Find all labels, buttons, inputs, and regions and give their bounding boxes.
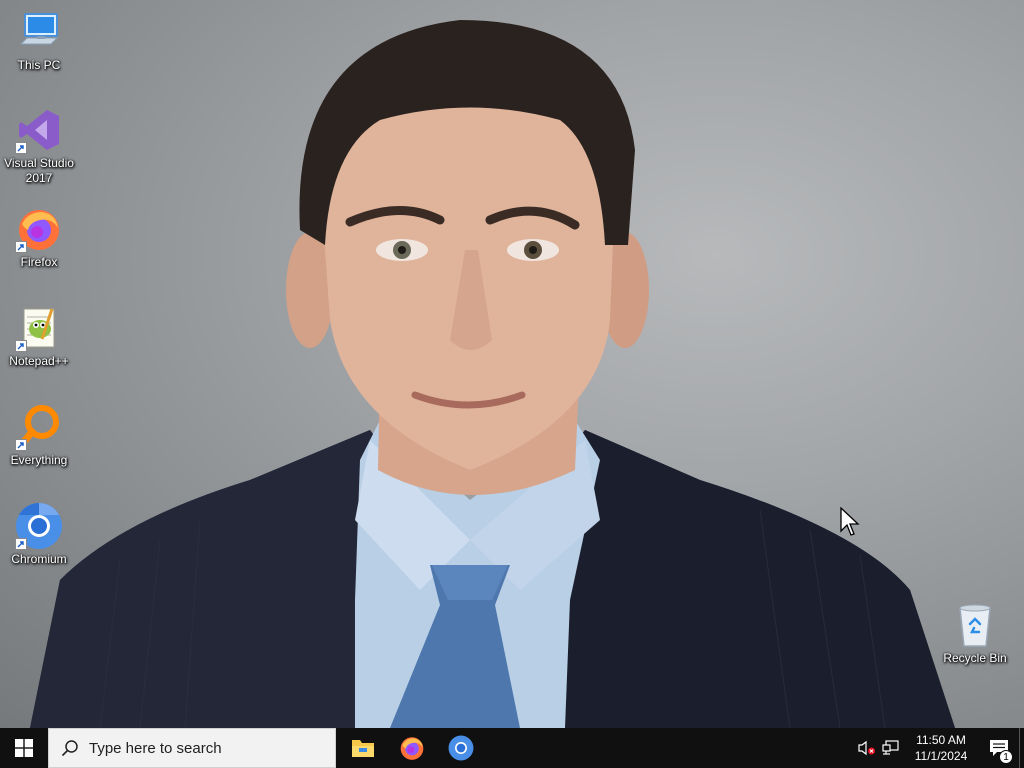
desktop-icon-label: This PC xyxy=(17,58,61,72)
desktop-icon-chromium[interactable]: Chromium xyxy=(1,502,77,567)
taskbar-clock[interactable]: 11:50 AM 11/1/2024 xyxy=(903,728,979,768)
start-button[interactable] xyxy=(0,728,48,768)
desktop-icon-firefox[interactable]: Firefox xyxy=(1,205,77,270)
action-center-button[interactable]: 1 xyxy=(979,728,1019,768)
taskbar-app-chromium[interactable] xyxy=(436,728,485,768)
desktop-icon-everything[interactable]: Everything xyxy=(1,403,77,468)
taskbar: 11:50 AM 11/1/2024 1 xyxy=(0,728,1024,768)
shortcut-arrow-icon xyxy=(15,538,27,550)
network-button[interactable] xyxy=(879,728,903,768)
mouse-pointer-icon xyxy=(840,506,860,542)
notepad-plus-plus-icon xyxy=(15,304,63,352)
desktop-icon-label: Notepad++ xyxy=(9,354,69,368)
volume-button[interactable] xyxy=(855,728,879,768)
visual-studio-icon xyxy=(15,106,63,154)
everything-search-icon xyxy=(15,403,63,451)
windows-logo-icon xyxy=(15,739,33,757)
search-icon xyxy=(61,740,78,757)
desktop-icon-label: Firefox xyxy=(20,255,58,269)
firefox-icon xyxy=(400,737,423,760)
speaker-muted-icon xyxy=(858,740,875,756)
network-icon xyxy=(882,740,899,755)
notification-count-badge: 1 xyxy=(999,750,1013,764)
desktop-icon-label: Everything xyxy=(10,453,68,467)
chromium-icon xyxy=(15,502,63,550)
taskbar-app-file-explorer[interactable] xyxy=(338,728,387,768)
desktop-icon-label: Chromium xyxy=(11,552,67,566)
desktop-icon-visual-studio[interactable]: Visual Studio 2017 xyxy=(1,106,77,186)
folder-icon xyxy=(351,740,374,757)
desktop-icon-this-pc[interactable]: This PC xyxy=(1,8,77,73)
taskbar-app-firefox[interactable] xyxy=(387,728,436,768)
desktop-wallpaper xyxy=(0,0,1024,728)
wallpaper-portrait-image xyxy=(30,20,955,728)
recycle-bin-icon xyxy=(951,601,999,649)
shortcut-arrow-icon xyxy=(15,241,27,253)
show-desktop-button[interactable] xyxy=(1019,728,1024,768)
shortcut-arrow-icon xyxy=(15,340,27,352)
shortcut-arrow-icon xyxy=(15,439,27,451)
chromium-icon xyxy=(448,735,473,761)
clock-date: 11/1/2024 xyxy=(914,749,968,763)
clock-time: 11:50 AM xyxy=(916,733,966,747)
computer-icon xyxy=(15,8,63,56)
desktop-icon-label: Recycle Bin xyxy=(943,651,1007,665)
system-tray: 11:50 AM 11/1/2024 1 xyxy=(855,728,1024,768)
desktop-icon-recycle-bin[interactable]: Recycle Bin xyxy=(937,601,1013,666)
desktop-icon-label: Visual Studio 2017 xyxy=(4,156,74,185)
firefox-icon xyxy=(15,205,63,253)
desktop-icon-notepad-plus-plus[interactable]: Notepad++ xyxy=(1,304,77,369)
search-input[interactable] xyxy=(89,739,309,757)
pinned-apps xyxy=(338,728,485,768)
shortcut-arrow-icon xyxy=(15,142,27,154)
taskbar-search-box[interactable] xyxy=(48,728,336,768)
